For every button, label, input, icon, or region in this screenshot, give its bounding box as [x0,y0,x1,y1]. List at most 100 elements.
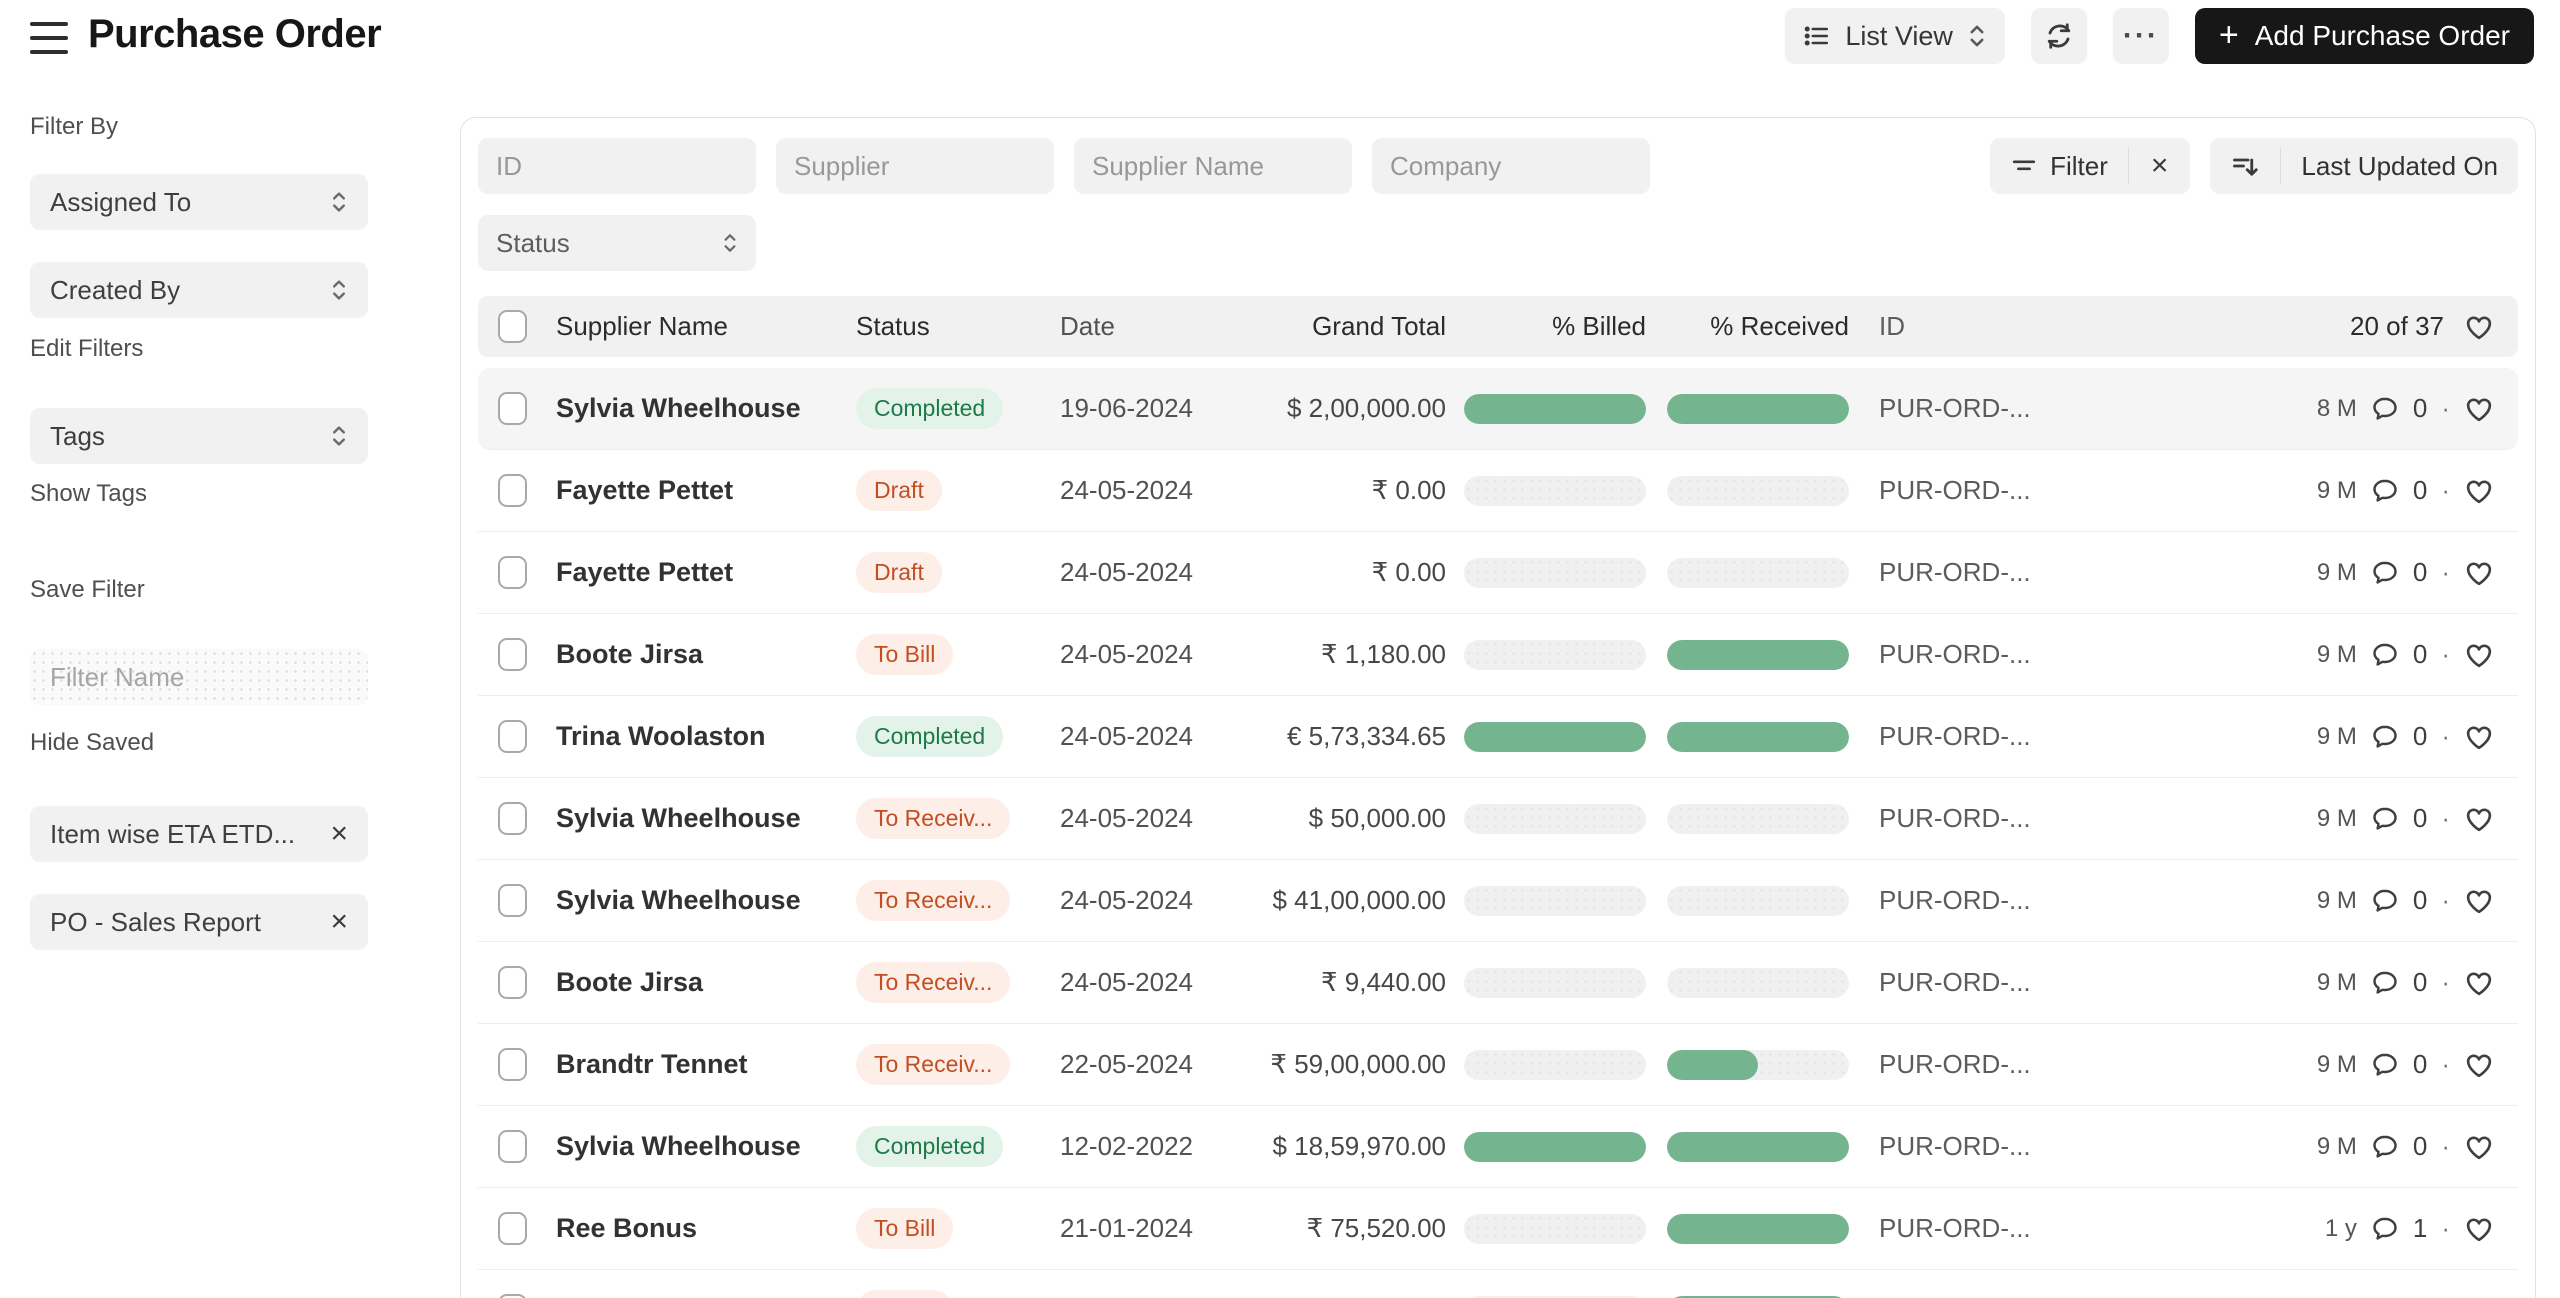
comment-icon[interactable] [2371,1051,2399,1079]
row-checkbox[interactable] [498,1130,527,1163]
add-purchase-order-button[interactable]: + Add Purchase Order [2194,8,2534,64]
row-id[interactable]: PUR-ORD-... [1849,721,2172,752]
supplier-name[interactable]: Ree Bonus [556,1213,697,1243]
table-row[interactable]: Ree Bonus To Bill 21-01-2024 ₹ 75,520.00… [478,1188,2518,1270]
remove-saved-filter-icon[interactable]: × [330,817,348,851]
column-date[interactable]: Date [1060,311,1250,342]
remove-saved-filter-icon[interactable]: × [330,905,348,939]
row-id[interactable]: PUR-ORD-... [1849,803,2172,834]
supplier-name[interactable]: Brandtr Tennet [556,1049,748,1079]
status-filter-select[interactable]: Status [478,215,756,271]
column-percent-received[interactable]: % Received [1646,311,1849,342]
heart-icon[interactable] [2464,640,2494,670]
sort-direction-button[interactable] [2210,138,2280,194]
row-id[interactable]: PUR-ORD-... [1849,557,2172,588]
row-checkbox[interactable] [498,556,527,589]
select-all-checkbox[interactable] [498,310,527,343]
row-checkbox[interactable] [498,1212,527,1245]
id-filter-input[interactable] [478,138,756,194]
saved-filter-pill[interactable]: Item wise ETA ETD... × [30,806,368,862]
menu-icon[interactable] [30,20,68,56]
heart-icon[interactable] [2464,968,2494,998]
table-row[interactable]: Fayette Pettet Draft 24-05-2024 ₹ 0.00 P… [478,450,2518,532]
table-row[interactable]: Sylvia Wheelhouse Completed 12-02-2022 $… [478,1106,2518,1188]
row-id[interactable]: PUR-ORD-... [1849,475,2172,506]
company-filter-input[interactable] [1372,138,1650,194]
column-supplier-name[interactable]: Supplier Name [556,311,856,342]
show-tags-link[interactable]: Show Tags [30,479,368,509]
row-checkbox[interactable] [498,1048,527,1081]
row-checkbox[interactable] [498,802,527,835]
table-row[interactable]: Sylvia Wheelhouse Completed 19-06-2024 $… [478,368,2518,450]
table-row[interactable]: Sylvia Wheelhouse To Receiv... 24-05-202… [478,778,2518,860]
supplier-name[interactable]: Fayette Pettet [556,557,733,587]
row-id[interactable]: PUR-ORD-... [1849,639,2172,670]
more-options-button[interactable]: ··· [2112,8,2169,64]
row-id[interactable]: PUR-ORD-... [1849,967,2172,998]
row-id[interactable]: PUR-ORD-... [1849,1213,2172,1244]
row-checkbox[interactable] [498,392,527,425]
comment-icon[interactable] [2371,1133,2399,1161]
row-checkbox[interactable] [498,1294,527,1298]
supplier-name[interactable]: Trina Woolaston [556,721,766,751]
table-row[interactable]: Boote Jirsa To Receiv... 24-05-2024 ₹ 9,… [478,942,2518,1024]
column-percent-billed[interactable]: % Billed [1446,311,1646,342]
supplier-name[interactable]: Fayette Pettet [556,475,733,505]
heart-icon[interactable] [2464,394,2494,424]
table-row[interactable]: Boote Jirsa To Bill 24-05-2024 ₹ 1,180.0… [478,614,2518,696]
row-checkbox[interactable] [498,884,527,917]
supplier-name[interactable]: Sylvia Wheelhouse [556,393,801,423]
column-grand-total[interactable]: Grand Total [1250,311,1446,342]
assigned-to-select[interactable]: Assigned To [30,174,368,230]
comment-icon[interactable] [2371,559,2399,587]
saved-filter-pill[interactable]: PO - Sales Report × [30,894,368,950]
comment-icon[interactable] [2371,723,2399,751]
supplier-filter-input[interactable] [776,138,1054,194]
comment-icon[interactable] [2371,641,2399,669]
comment-icon[interactable] [2371,969,2399,997]
table-row[interactable]: Trina Woolaston Completed 24-05-2024 € 5… [478,696,2518,778]
row-id[interactable]: PUR-ORD-... [1849,885,2172,916]
clear-filter-button[interactable]: × [2129,138,2191,194]
heart-icon[interactable] [2464,886,2494,916]
comment-icon[interactable] [2371,395,2399,423]
heart-icon[interactable] [2464,804,2494,834]
row-id[interactable]: PUR-ORD-... [1849,1049,2172,1080]
supplier-name[interactable]: Boote Jirsa [556,967,703,997]
created-by-select[interactable]: Created By [30,262,368,318]
hide-saved-link[interactable]: Hide Saved [30,728,368,758]
heart-icon[interactable] [2464,312,2494,342]
filter-name-input[interactable] [30,649,368,705]
row-id[interactable]: PUR-ORD-... [1849,1131,2172,1162]
supplier-name[interactable]: Sylvia Wheelhouse [556,1131,801,1161]
row-id[interactable]: PUR-ORD-... [1849,393,2172,424]
row-checkbox[interactable] [498,966,527,999]
heart-icon[interactable] [2464,1050,2494,1080]
table-row[interactable]: Brandtr Tennet To Receiv... 22-05-2024 ₹… [478,1024,2518,1106]
heart-icon[interactable] [2464,722,2494,752]
comment-icon[interactable] [2371,477,2399,505]
supplier-name[interactable]: Boote Jirsa [556,639,703,669]
row-checkbox[interactable] [498,638,527,671]
row-checkbox[interactable] [498,474,527,507]
comment-icon[interactable] [2371,1215,2399,1243]
heart-icon[interactable] [2464,558,2494,588]
supplier-name-filter-input[interactable] [1074,138,1352,194]
column-status[interactable]: Status [856,311,1060,342]
row-checkbox[interactable] [498,720,527,753]
table-row[interactable]: Fayette Pettet Draft 24-05-2024 ₹ 0.00 P… [478,532,2518,614]
heart-icon[interactable] [2464,476,2494,506]
comment-icon[interactable] [2371,887,2399,915]
view-switcher-button[interactable]: List View [1785,8,2005,64]
column-id[interactable]: ID [1849,311,2172,342]
table-row[interactable]: Ree Bonus To Bill ₹ 54.00 PUR-ORD-... 1 … [478,1270,2518,1298]
refresh-button[interactable] [2030,8,2087,64]
supplier-name[interactable]: Sylvia Wheelhouse [556,803,801,833]
filter-button[interactable]: Filter [1990,138,2128,194]
sort-field-button[interactable]: Last Updated On [2281,138,2518,194]
heart-icon[interactable] [2464,1214,2494,1244]
table-row[interactable]: Sylvia Wheelhouse To Receiv... 24-05-202… [478,860,2518,942]
tags-select[interactable]: Tags [30,408,368,464]
comment-icon[interactable] [2371,805,2399,833]
edit-filters-link[interactable]: Edit Filters [30,334,368,364]
